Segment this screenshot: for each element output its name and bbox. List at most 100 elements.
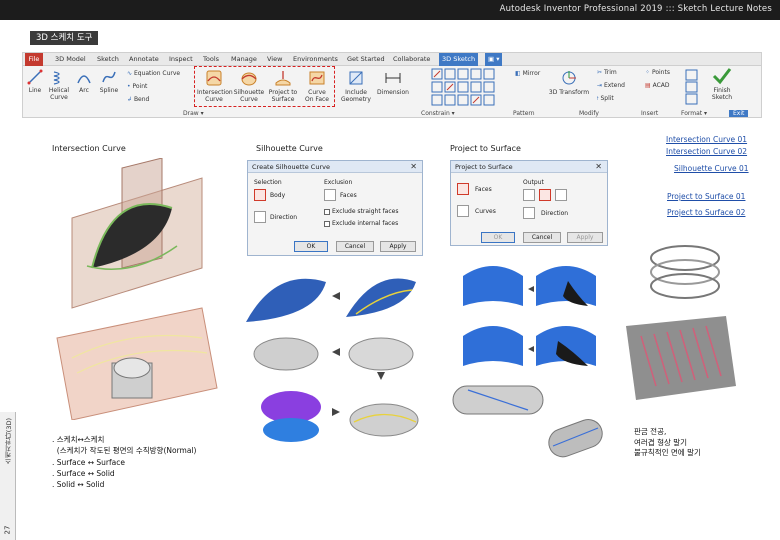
link-intersection-curve-01[interactable]: Intersection Curve 01 xyxy=(666,135,747,144)
helical-curve-tool[interactable]: Helical Curve xyxy=(47,69,71,101)
panel-modify: Modify xyxy=(579,110,599,117)
points-item[interactable]: ⁘ Points xyxy=(645,69,670,76)
spline-icon xyxy=(102,71,116,83)
3d-transform-tool[interactable]: 3D Transform xyxy=(547,69,591,96)
cancel-button[interactable]: Cancel xyxy=(336,241,374,252)
intersection-curve-tool[interactable]: Intersection Curve xyxy=(197,69,233,103)
mirror-item[interactable]: ◧ Mirror xyxy=(515,70,540,77)
equation-curve-item[interactable]: ∿ Equation Curve xyxy=(127,70,180,77)
ok-button[interactable]: OK xyxy=(294,241,328,252)
curve-on-face-icon xyxy=(309,71,325,85)
exclusion-label: Exclusion xyxy=(324,179,353,186)
wrapped-cylinder-illustration xyxy=(626,316,736,400)
tab-collaborate[interactable]: Collaborate xyxy=(393,55,430,63)
panel-exit: Exit xyxy=(729,110,749,117)
tab-inspect[interactable]: Inspect xyxy=(169,55,193,63)
curve-on-face-tool[interactable]: Curve On Face xyxy=(301,69,333,103)
link-intersection-curve-02[interactable]: Intersection Curve 02 xyxy=(666,147,747,156)
exclude-internal-checkbox[interactable]: Exclude internal faces xyxy=(324,220,398,227)
intersection-curve-heading: Intersection Curve xyxy=(52,144,126,153)
exclude-straight-checkbox[interactable]: Exclude straight faces xyxy=(324,208,398,215)
curves-selector[interactable] xyxy=(457,205,469,217)
line-tool[interactable]: Line xyxy=(25,69,45,94)
finish-sketch-button[interactable]: Finish Sketch xyxy=(705,67,739,101)
link-silhouette-curve-01[interactable]: Silhouette Curve 01 xyxy=(674,164,749,173)
acad-item[interactable]: ▤ ACAD xyxy=(645,82,670,89)
faces-selector[interactable] xyxy=(324,189,336,201)
project-dialog-title: Project to Surface xyxy=(451,161,607,173)
tab-dropdown[interactable]: ▣ ▾ xyxy=(485,53,503,66)
direction-selector[interactable] xyxy=(523,207,535,219)
constraint-icons[interactable] xyxy=(431,68,511,108)
link-project-to-surface-01[interactable]: Project to Surface 01 xyxy=(667,192,745,201)
output-option-2[interactable] xyxy=(539,189,551,201)
apply-button[interactable]: Apply xyxy=(380,241,416,252)
body-selector[interactable] xyxy=(254,189,266,201)
apply-button[interactable]: Apply xyxy=(567,232,603,243)
bend-item[interactable]: ↲ Bend xyxy=(127,96,149,103)
output-option-3[interactable] xyxy=(555,189,567,201)
panel-draw[interactable]: Draw ▾ xyxy=(183,110,204,117)
selection-label: Selection xyxy=(254,179,282,186)
ok-button[interactable]: OK xyxy=(481,232,515,243)
acad-icon: ▤ xyxy=(645,82,653,89)
direction-selector[interactable] xyxy=(254,211,266,223)
page-number: 27 xyxy=(3,525,12,535)
silhouette-dialog-title: Create Silhouette Curve xyxy=(248,161,422,173)
output-option-1[interactable] xyxy=(523,189,535,201)
tab-tools[interactable]: Tools xyxy=(203,55,219,63)
spline-label: Spline xyxy=(99,87,119,94)
line-icon xyxy=(27,69,43,85)
tab-manage[interactable]: Manage xyxy=(231,55,257,63)
spline-tool[interactable]: Spline xyxy=(97,69,121,94)
extend-icon: ⇥ xyxy=(597,82,604,89)
format-icons[interactable] xyxy=(685,69,699,105)
dimension-icon xyxy=(385,73,401,83)
silhouette-curve-tool[interactable]: Silhouette Curve xyxy=(233,69,265,103)
output-label: Output xyxy=(523,179,544,186)
faces-selector[interactable] xyxy=(457,183,469,195)
tab-3d-sketch[interactable]: 3D Sketch xyxy=(439,53,479,66)
tab-get-started[interactable]: Get Started xyxy=(347,55,385,63)
extend-item[interactable]: ⇥ Extend xyxy=(597,82,625,89)
right-note: 판금 전공, 여러겹 형상 말기 불규칙적인 면에 말기 xyxy=(634,427,701,457)
tab-environments[interactable]: Environments xyxy=(293,55,338,63)
cylinder-illustration xyxy=(452,385,603,458)
trim-item[interactable]: ✂ Trim xyxy=(597,69,617,76)
point-item[interactable]: • Point xyxy=(127,83,147,90)
cancel-button[interactable]: Cancel xyxy=(523,232,561,243)
left-sidebar: 스케치한다(3D) 27 xyxy=(0,412,16,540)
split-item[interactable]: ⟊ Split xyxy=(597,95,614,103)
checkmark-icon xyxy=(712,68,732,85)
project-to-surface-tool[interactable]: Project to Surface xyxy=(267,69,299,103)
tab-view[interactable]: View xyxy=(267,55,282,63)
tab-sketch[interactable]: Sketch xyxy=(97,55,119,63)
tab-3d-model[interactable]: 3D Model xyxy=(55,55,86,63)
bend-icon: ↲ xyxy=(127,96,134,103)
link-project-to-surface-02[interactable]: Project to Surface 02 xyxy=(667,208,745,217)
helical-curve-label: Helical Curve xyxy=(48,87,70,101)
project-illustration xyxy=(463,266,596,366)
panel-insert: Insert xyxy=(641,110,659,117)
tab-file[interactable]: File xyxy=(25,53,43,66)
trim-icon: ✂ xyxy=(597,69,604,76)
direction-label: Direction xyxy=(541,210,569,217)
tab-annotate[interactable]: Annotate xyxy=(129,55,159,63)
silhouette-illustration xyxy=(246,278,419,442)
dimension-tool[interactable]: Dimension xyxy=(375,69,411,96)
bullet-notes: . 스케치↔스케치 (스케치가 작도된 평면의 수직방향(Normal) . S… xyxy=(52,434,196,490)
faces-label: Faces xyxy=(475,186,492,193)
panel-pattern: Pattern xyxy=(513,110,535,117)
equation-curve-icon: ∿ xyxy=(127,70,134,77)
panel-constrain[interactable]: Constrain ▾ xyxy=(421,110,455,117)
close-icon[interactable]: ✕ xyxy=(410,162,417,171)
close-icon[interactable]: ✕ xyxy=(595,162,602,171)
panel-format[interactable]: Format ▾ xyxy=(681,110,707,117)
points-icon: ⁘ xyxy=(645,69,652,76)
include-geometry-tool[interactable]: Include Geometry xyxy=(339,69,373,103)
arc-tool[interactable]: Arc xyxy=(73,69,95,94)
project-to-surface-icon xyxy=(275,71,291,86)
sidebar-vertical-text: 스케치한다(3D) xyxy=(5,418,13,465)
helix-icon xyxy=(53,71,60,85)
intersection-curve-illustration xyxy=(56,158,218,420)
